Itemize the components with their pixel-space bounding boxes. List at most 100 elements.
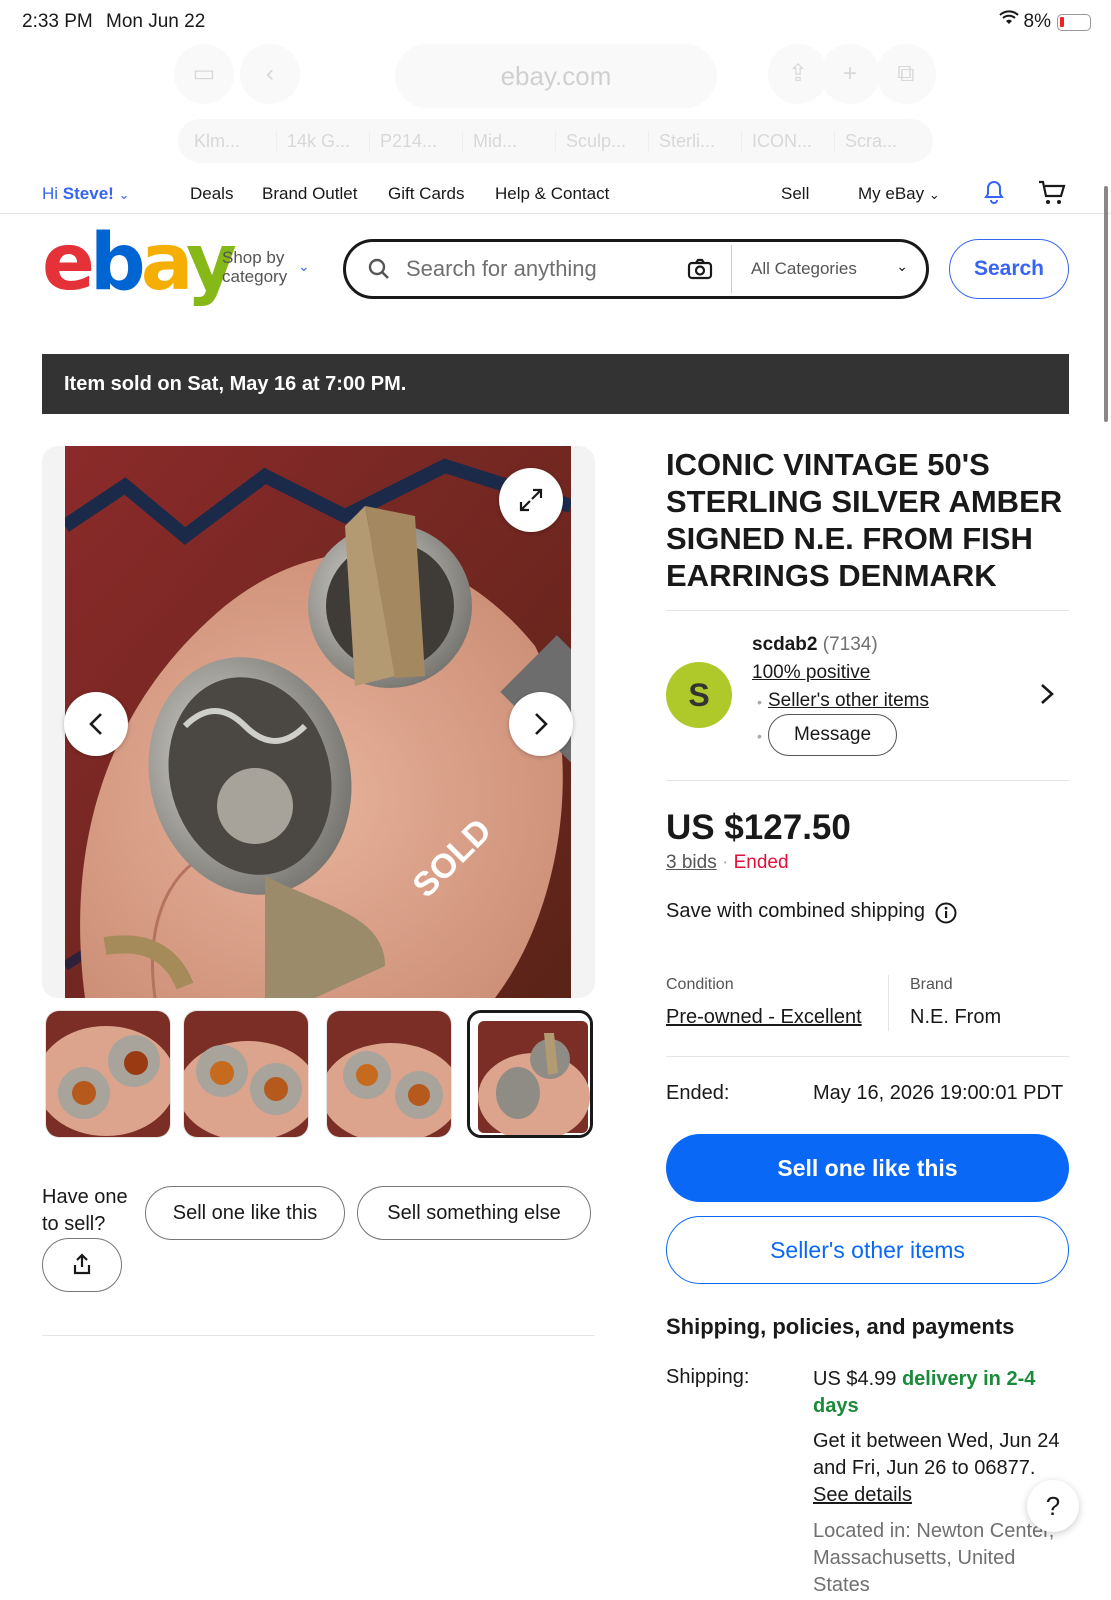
seller-avatar[interactable]: S — [666, 662, 732, 728]
thumbnail-3[interactable] — [326, 1010, 452, 1138]
camera-icon[interactable] — [686, 255, 714, 283]
cart-icon[interactable] — [1038, 180, 1066, 206]
divider — [666, 780, 1069, 781]
chevron-down-icon: ⌄ — [298, 258, 310, 274]
ended-value: May 16, 2026 19:00:01 PDT — [813, 1082, 1064, 1104]
bids-link[interactable]: 3 bids — [666, 852, 717, 873]
item-title: ICONIC VINTAGE 50'S STERLING SILVER AMBE… — [666, 447, 1063, 593]
main-photo[interactable]: SOLD — [65, 446, 571, 998]
condition-value[interactable]: Pre-owned - Excellent — [666, 1006, 862, 1029]
tab-strip: Klm... 14k G... P214... Mid... Sculp... … — [178, 119, 933, 163]
search-input[interactable] — [406, 252, 666, 286]
search-divider — [731, 245, 732, 293]
seller-name-line[interactable]: scdab2 (7134) — [752, 634, 878, 656]
browser-tab[interactable]: 14k G... — [277, 130, 370, 152]
status-bar: 2:33 PM Mon Jun 22 8% — [0, 0, 1111, 44]
bell-icon[interactable] — [982, 180, 1006, 204]
category-select[interactable]: All Categories — [751, 259, 857, 279]
bids-line: 3 bids · Ended — [666, 852, 789, 874]
combined-shipping-text: Save with combined shipping — [666, 900, 926, 922]
user-name: Steve! — [62, 184, 114, 203]
share-button[interactable] — [42, 1238, 122, 1292]
top-nav: Hi Steve! ⌄ Deals Brand Outlet Gift Card… — [0, 172, 1111, 214]
shipping-cost-line: US $4.99 delivery in 2-4 days — [813, 1366, 1063, 1420]
chevron-down-icon: ⌄ — [118, 187, 130, 202]
nav-sell[interactable]: Sell — [781, 184, 809, 204]
thumbnail-4-selected[interactable] — [467, 1010, 593, 1138]
browser-tab[interactable]: Sterli... — [649, 130, 742, 152]
new-tab-icon[interactable]: + — [820, 44, 880, 104]
shipping-label: Shipping: — [666, 1366, 750, 1388]
bullet: • — [757, 694, 762, 710]
search-button[interactable]: Search — [949, 239, 1069, 299]
thumbnail-2[interactable] — [183, 1010, 309, 1138]
previous-image-button[interactable] — [64, 692, 128, 756]
info-icon[interactable] — [935, 902, 957, 924]
nav-my-ebay[interactable]: My eBay ⌄ — [858, 184, 940, 204]
chevron-right-icon[interactable] — [1038, 682, 1056, 706]
shipping-heading: Shipping, policies, and payments — [666, 1314, 1015, 1339]
nav-deals[interactable]: Deals — [190, 184, 233, 204]
condition-label: Condition — [666, 976, 734, 993]
expand-button[interactable] — [499, 468, 563, 532]
sell-one-like-this-button[interactable]: Sell one like this — [145, 1186, 345, 1240]
message-button[interactable]: Message — [768, 714, 897, 756]
search-icon — [368, 258, 389, 279]
browser-tab[interactable]: Mid... — [463, 130, 556, 152]
my-ebay-label: My eBay — [858, 184, 925, 203]
nav-brand-outlet[interactable]: Brand Outlet — [262, 184, 357, 204]
bullet: • — [757, 728, 762, 744]
battery-percent: 8% — [1023, 11, 1051, 32]
shop-by-line2: category — [222, 267, 288, 286]
search-bar: All Categories ⌄ — [343, 239, 929, 299]
seller-feedback-count: (7134) — [822, 634, 878, 655]
brand-value: N.E. From — [910, 1006, 1002, 1028]
thumbnail-1[interactable] — [45, 1010, 171, 1138]
brand-label: Brand — [910, 976, 953, 993]
browser-tab-active[interactable]: ICON... — [742, 130, 835, 152]
ended-label: Ended: — [666, 1082, 730, 1104]
expand-icon — [519, 488, 543, 512]
browser-tab[interactable]: Scra... — [835, 131, 927, 152]
seller-other-items-link[interactable]: Seller's other items — [768, 690, 929, 712]
delivery-window: Get it between Wed, Jun 24 and Fri, Jun … — [813, 1428, 1063, 1509]
browser-tab[interactable]: Klm... — [184, 130, 277, 152]
chevron-left-icon — [89, 713, 102, 735]
browser-chrome: ▭ ‹ ebay.com ⇪ + ⧉ Klm... 14k G... P214.… — [0, 44, 1111, 164]
delivery-window-text: Get it between Wed, Jun 24 and Fri, Jun … — [813, 1430, 1060, 1479]
chevron-down-icon: ⌄ — [896, 258, 908, 274]
tabs-icon[interactable]: ⧉ — [876, 44, 936, 104]
shop-by-category[interactable]: Shop by category — [222, 248, 287, 286]
sellers-other-items-button[interactable]: Seller's other items — [666, 1216, 1069, 1284]
chevron-down-icon: ⌄ — [928, 187, 940, 202]
shop-by-line1: Shop by — [222, 248, 285, 267]
status-time: 2:33 PM — [22, 11, 93, 32]
nav-help-contact[interactable]: Help & Contact — [495, 184, 609, 204]
sidebar-icon[interactable]: ▭ — [174, 44, 234, 104]
see-details-link[interactable]: See details — [813, 1484, 912, 1506]
greeting-menu[interactable]: Hi Steve! ⌄ — [42, 184, 129, 204]
browser-tab[interactable]: P214... — [370, 130, 463, 152]
chevron-right-icon — [535, 713, 548, 735]
back-icon[interactable]: ‹ — [240, 44, 300, 104]
url-bar[interactable]: ebay.com — [395, 44, 717, 108]
divider — [666, 1056, 1069, 1057]
item-location: Located in: Newton Center, Massachusetts… — [813, 1520, 1055, 1596]
status-date: Mon Jun 22 — [106, 11, 206, 32]
seller-positive-link[interactable]: 100% positive — [752, 662, 870, 684]
next-image-button[interactable] — [509, 692, 573, 756]
separator: · — [721, 852, 729, 873]
have-one-to-sell-label: Have one to sell? — [42, 1186, 128, 1235]
shipping-cost: US $4.99 — [813, 1368, 897, 1390]
thumbnail-strip — [42, 1010, 595, 1140]
divider — [42, 1335, 595, 1336]
scrollbar[interactable] — [1104, 186, 1108, 422]
nav-gift-cards[interactable]: Gift Cards — [388, 184, 465, 204]
share-icon[interactable]: ⇪ — [768, 44, 828, 104]
sell-one-like-this-primary-button[interactable]: Sell one like this — [666, 1134, 1069, 1202]
sell-something-else-button[interactable]: Sell something else — [357, 1186, 591, 1240]
help-button[interactable]: ? — [1027, 1480, 1079, 1532]
ebay-logo[interactable]: ebay — [42, 224, 237, 302]
image-gallery: SOLD — [42, 446, 595, 998]
browser-tab[interactable]: Sculp... — [556, 130, 649, 152]
